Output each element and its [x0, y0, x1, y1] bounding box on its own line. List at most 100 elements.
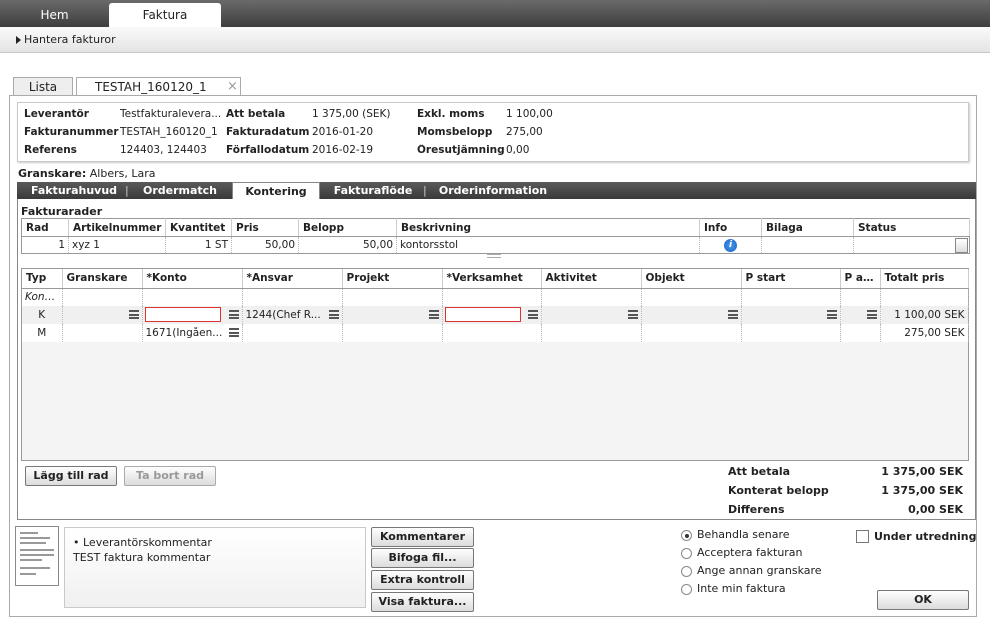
cell[interactable] — [62, 324, 143, 342]
tab-current-invoice[interactable]: TESTAH_160120_1 × — [76, 77, 241, 97]
table-row[interactable]: Kont... — [22, 288, 969, 306]
cell[interactable] — [741, 324, 841, 342]
hantera-fakturor-link[interactable]: Hantera fakturor — [24, 33, 116, 46]
col-header[interactable]: Totalt pris — [880, 269, 969, 289]
col-header[interactable]: Bilaga — [761, 218, 854, 237]
menu-icon[interactable] — [228, 310, 239, 319]
close-icon[interactable]: × — [227, 78, 238, 96]
scroll-stepper[interactable] — [955, 238, 968, 253]
aktivitet-cell[interactable] — [541, 306, 642, 324]
tab-faktura[interactable]: Faktura — [109, 3, 221, 27]
kommentarer-button[interactable]: Kommentarer — [371, 527, 474, 547]
remove-row-button[interactable]: Ta bort rad — [124, 466, 216, 486]
cell[interactable] — [840, 324, 881, 342]
comment-box: • Leverantörskommentar TEST faktura komm… — [64, 527, 366, 608]
verksamhet-input-invalid[interactable] — [444, 307, 521, 322]
momsbelopp-value: 275,00 — [506, 126, 543, 138]
col-header[interactable]: *Ansvar — [242, 269, 343, 289]
menu-icon[interactable] — [727, 310, 738, 319]
tab-fakturahuvud[interactable]: Fakturahuvud — [21, 182, 127, 199]
col-header[interactable]: *Konto — [142, 269, 243, 289]
tab-fakturaflode[interactable]: Fakturaflöde — [327, 182, 419, 199]
table-row[interactable]: M 1671(Ingåen... 275,00 SEK — [22, 324, 969, 342]
table-row[interactable]: K 1244(Chef R... 1 100,00 SEK — [22, 306, 969, 324]
table-row[interactable]: 1 xyz 1 1 ST 50,00 50,00 kontorsstol i — [21, 236, 970, 254]
tab-hem[interactable]: Hem — [0, 3, 109, 27]
ok-button[interactable]: OK — [877, 590, 969, 610]
sub-navigation-bar: Hantera fakturor — [0, 27, 990, 53]
cell[interactable] — [541, 324, 642, 342]
col-header[interactable]: Kvantitet — [165, 218, 232, 237]
inner-tab-bar: Fakturahuvud | Ordermatch Kontering Fakt… — [17, 182, 976, 200]
menu-icon[interactable] — [826, 310, 837, 319]
col-header[interactable]: Aktivitet — [541, 269, 642, 289]
bifoga-fil-button[interactable]: Bifoga fil... — [371, 548, 474, 568]
ansvar-cell[interactable]: 1244(Chef R... — [242, 306, 343, 324]
col-header[interactable]: Typ — [22, 269, 63, 289]
col-header[interactable]: Projekt — [342, 269, 443, 289]
menu-icon[interactable] — [428, 310, 439, 319]
col-header[interactable]: Granskare — [62, 269, 143, 289]
tab-ordermatch[interactable]: Ordermatch — [135, 182, 225, 199]
col-header[interactable]: P start — [741, 269, 841, 289]
menu-icon[interactable] — [527, 310, 538, 319]
cell[interactable] — [442, 288, 542, 306]
col-header[interactable]: Rad — [21, 218, 69, 237]
cell[interactable] — [342, 324, 443, 342]
summary-differens-value: 0,00 SEK — [908, 503, 963, 516]
radio-icon[interactable] — [681, 584, 692, 595]
cell[interactable] — [840, 288, 881, 306]
splitter-handle[interactable] — [487, 254, 501, 258]
konto-cell[interactable]: 1671(Ingåen... — [142, 324, 243, 342]
cell[interactable] — [442, 324, 542, 342]
p-start-cell[interactable] — [741, 306, 841, 324]
radio-selected-icon[interactable] — [681, 530, 692, 541]
cell[interactable] — [142, 288, 243, 306]
radio-icon[interactable] — [681, 548, 692, 559]
visa-faktura-button[interactable]: Visa faktura... — [371, 592, 474, 612]
menu-icon[interactable] — [328, 310, 339, 319]
col-header[interactable]: Beskrivning — [396, 218, 700, 237]
invoice-thumbnail[interactable] — [15, 526, 59, 586]
forfallodatum-label: Förfallodatum — [226, 144, 310, 156]
cell[interactable] — [242, 288, 343, 306]
menu-icon[interactable] — [627, 310, 638, 319]
cell[interactable] — [641, 324, 742, 342]
col-header[interactable]: Artikelnummer — [68, 218, 166, 237]
menu-icon[interactable] — [866, 310, 877, 319]
col-header[interactable]: Status — [853, 218, 970, 237]
cell[interactable] — [880, 288, 969, 306]
cell[interactable] — [62, 288, 143, 306]
radio-icon[interactable] — [681, 566, 692, 577]
col-header[interactable]: *Verksamhet — [442, 269, 542, 289]
cell[interactable] — [641, 288, 742, 306]
col-header[interactable]: Info — [699, 218, 762, 237]
bilaga-cell — [761, 236, 854, 254]
add-row-button[interactable]: Lägg till rad — [25, 466, 117, 486]
cell[interactable] — [741, 288, 841, 306]
cell[interactable] — [342, 288, 443, 306]
granskare-cell[interactable] — [62, 306, 143, 324]
extra-kontroll-button[interactable]: Extra kontroll — [371, 570, 474, 590]
tab-orderinformation[interactable]: Orderinformation — [435, 182, 551, 199]
oresutjamning-value: 0,00 — [506, 144, 530, 156]
triangle-right-icon — [16, 36, 21, 44]
menu-icon[interactable] — [228, 328, 239, 337]
under-utredning-checkbox[interactable] — [856, 530, 869, 543]
konto-cell[interactable] — [142, 306, 243, 324]
cell[interactable] — [541, 288, 642, 306]
cell[interactable] — [242, 324, 343, 342]
tab-lista[interactable]: Lista — [13, 77, 73, 96]
col-header[interactable]: Belopp — [298, 218, 397, 237]
info-icon[interactable]: i — [724, 239, 737, 252]
objekt-cell[interactable] — [641, 306, 742, 324]
tab-kontering[interactable]: Kontering — [232, 182, 320, 200]
col-header[interactable]: Pris — [231, 218, 299, 237]
col-header[interactable]: Objekt — [641, 269, 742, 289]
konto-input-invalid[interactable] — [144, 307, 221, 322]
projekt-cell[interactable] — [342, 306, 443, 324]
col-header[interactable]: P anta — [840, 269, 881, 289]
verksamhet-cell[interactable] — [442, 306, 542, 324]
menu-icon[interactable] — [128, 310, 139, 319]
p-antal-cell[interactable] — [840, 306, 881, 324]
